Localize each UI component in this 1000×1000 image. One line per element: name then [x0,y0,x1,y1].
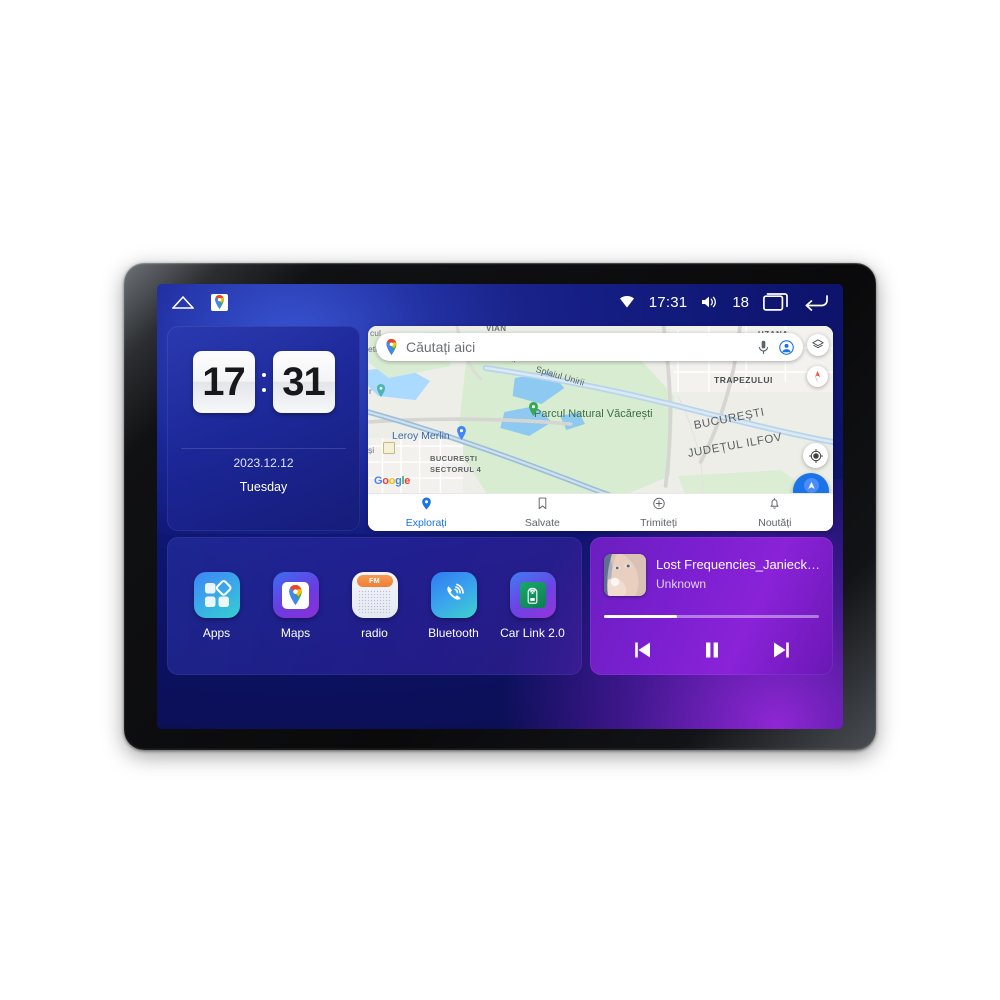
app-label: Maps [280,626,311,640]
radio-speaker-grille [357,590,392,613]
map-nav-noutati[interactable]: Noutăți [717,497,833,529]
clock-colon [260,372,268,392]
send-plus-icon [652,497,665,515]
wifi-icon [619,295,635,309]
previous-track-icon[interactable] [632,639,654,661]
app-label: Bluetooth [428,626,479,640]
status-bar-left [171,293,228,311]
map-nav-label: Trimiteți [640,516,678,529]
navigation-arrow-icon [803,478,819,493]
track-artist: Unknown [656,577,707,591]
maps-widget[interactable]: UZANATRAPEZULUIParcul Natural VăcăreștiB… [368,326,833,531]
map-bottom-nav: Explorați Salvate Trimiteți Noutăți [368,493,833,531]
map-search-bar[interactable]: Căutați aici [376,333,803,361]
poi-pin-leroy-merlin[interactable] [456,426,467,445]
top-widget-row: 17 31 2023.12.12 Tuesday TRAPEZULUI Parc… [167,326,833,531]
playback-controls [590,632,833,668]
layers-icon[interactable] [807,334,829,356]
map-nav-trimiteti[interactable]: Trimiteți [601,497,717,529]
home-icon[interactable] [171,294,195,310]
screenshot-stage: 17:31 18 17 31 2023.12.12 Tuesday TRAPEZ… [0,0,1000,1000]
bluetooth-phone-icon [430,572,477,618]
my-location-icon[interactable] [803,443,828,468]
status-time: 17:31 [648,293,688,311]
bookmark-icon [537,497,548,515]
pause-icon[interactable] [701,639,723,661]
app-dock: Apps Maps FM radio Bluetooth Car Link 2.… [167,537,582,675]
map-label: TRAPEZULUI [714,375,773,385]
app-shortcut-bluetooth[interactable]: Bluetooth [419,572,489,640]
clock-minutes: 31 [272,351,335,413]
map-label: BUCUREȘTI [430,454,478,463]
clock-weekday: Tuesday [239,480,288,494]
recent-apps-icon[interactable] [763,293,789,311]
next-track-icon[interactable] [770,639,792,661]
map-label: Parcul Natural Văcărești [534,408,653,420]
app-label: Car Link 2.0 [500,626,565,640]
poi-pin-parcul[interactable] [528,402,539,421]
map-label: Leroy Merlin [392,430,450,442]
bottom-widget-row: Apps Maps FM radio Bluetooth Car Link 2.… [167,537,833,675]
account-circle-icon[interactable] [779,339,794,355]
volume-icon [701,295,718,309]
back-arrow-icon[interactable] [803,293,829,311]
fm-radio-icon: FM [351,572,398,618]
map-nav-label: Salvate [524,516,560,529]
status-bar: 17:31 18 [157,284,843,320]
map-pin-icon [385,339,398,355]
car-link-phone-icon [509,572,556,618]
car-head-unit-device: 17:31 18 17 31 2023.12.12 Tuesday TRAPEZ… [124,263,876,750]
map-label: VIAN [486,326,507,333]
map-nav-label: Noutăți [758,516,792,529]
clock-widget[interactable]: 17 31 2023.12.12 Tuesday [167,326,360,531]
app-shortcut-car-link[interactable]: Car Link 2.0 [498,572,568,640]
clock-date: 2023.12.12 [233,456,294,470]
media-player-widget[interactable]: Lost Frequencies_Janieck Devy-... Unknow… [590,537,833,675]
status-bar-right: 17:31 18 [619,293,829,311]
track-title: Lost Frequencies_Janieck Devy-... [656,557,823,572]
apps-grid-icon [193,572,240,618]
volume-level: 18 [732,293,749,311]
device-screen: 17:31 18 17 31 2023.12.12 Tuesday TRAPEZ… [157,284,843,729]
map-label: r [369,386,372,396]
clock-divider [181,448,346,449]
app-shortcut-maps[interactable]: Maps [261,572,331,640]
map-nav-salvate[interactable]: Salvate [484,497,600,529]
map-nav-label: Explorați [405,516,447,529]
map-label: SECTORUL 4 [430,465,482,474]
map-label: și [368,445,375,455]
map-search-placeholder[interactable]: Căutați aici [406,339,758,355]
app-label: Apps [202,626,231,640]
flip-clock: 17 31 [167,326,360,413]
map-nav-explorati[interactable]: Explorați [368,497,484,529]
app-shortcut-radio[interactable]: FM radio [340,572,410,640]
fm-badge: FM [356,575,393,587]
clock-hours: 17 [192,351,255,413]
microphone-icon[interactable] [758,340,769,355]
compass-icon[interactable] [807,366,828,387]
bell-icon [769,497,780,515]
playback-progress-bar[interactable] [604,615,819,618]
google-maps-icon[interactable] [211,293,228,311]
app-label: radio [361,626,388,640]
app-shortcut-apps[interactable]: Apps [182,572,252,640]
google-maps-icon [272,572,319,618]
poi-marker-shop[interactable] [383,442,395,454]
google-attribution: Google [374,475,411,487]
poi-pin-left[interactable] [376,384,386,402]
album-art [604,554,646,596]
explore-pin-icon [421,497,432,515]
